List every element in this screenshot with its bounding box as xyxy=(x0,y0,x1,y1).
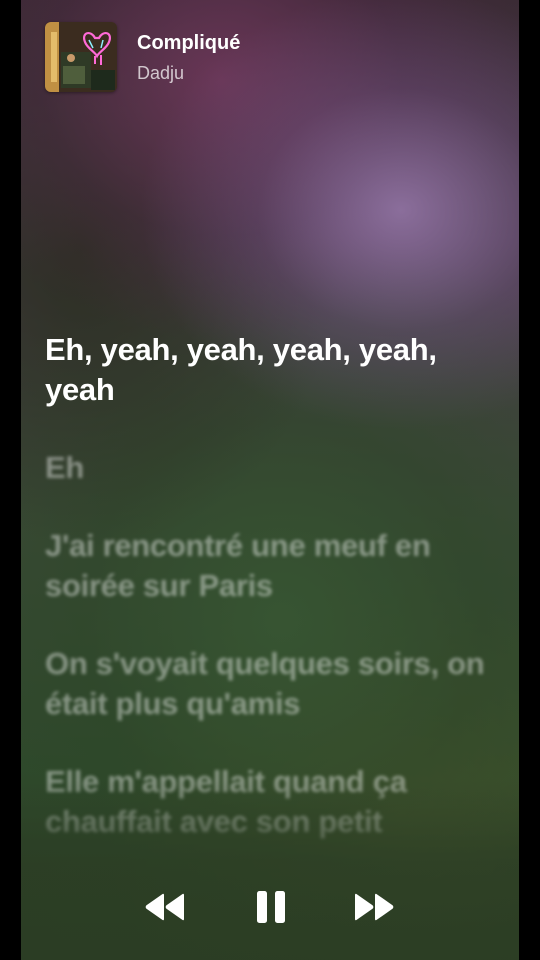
lyric-line[interactable]: J'ai rencontré une meuf en soirée sur Pa… xyxy=(45,526,485,606)
lyrics-screen: Compliqué Dadju Eh, yeah, yeah, yeah, ye… xyxy=(21,0,519,960)
rewind-icon xyxy=(145,893,184,921)
playback-controls xyxy=(21,880,519,934)
rewind-button[interactable] xyxy=(135,880,195,934)
track-artist[interactable]: Dadju xyxy=(137,62,240,84)
lyric-line[interactable]: On s'voyait quelques soirs, on était plu… xyxy=(45,644,485,724)
fast-forward-button[interactable] xyxy=(344,880,404,934)
lyric-line[interactable]: Elle m'appellait quand ça chauffait avec… xyxy=(45,762,485,842)
fast-forward-icon xyxy=(355,893,394,921)
now-playing-header[interactable]: Compliqué Dadju xyxy=(45,22,240,92)
lyric-line-current[interactable]: Eh, yeah, yeah, yeah, yeah, yeah xyxy=(45,330,485,410)
lyric-line[interactable]: Eh xyxy=(45,448,485,488)
pause-icon xyxy=(257,891,285,923)
track-info: Compliqué Dadju xyxy=(137,31,240,84)
pause-button[interactable] xyxy=(241,880,301,934)
album-artwork[interactable] xyxy=(45,22,117,92)
track-title: Compliqué xyxy=(137,31,241,54)
lyrics-list[interactable]: Eh, yeah, yeah, yeah, yeah, yeah Eh J'ai… xyxy=(45,330,485,880)
